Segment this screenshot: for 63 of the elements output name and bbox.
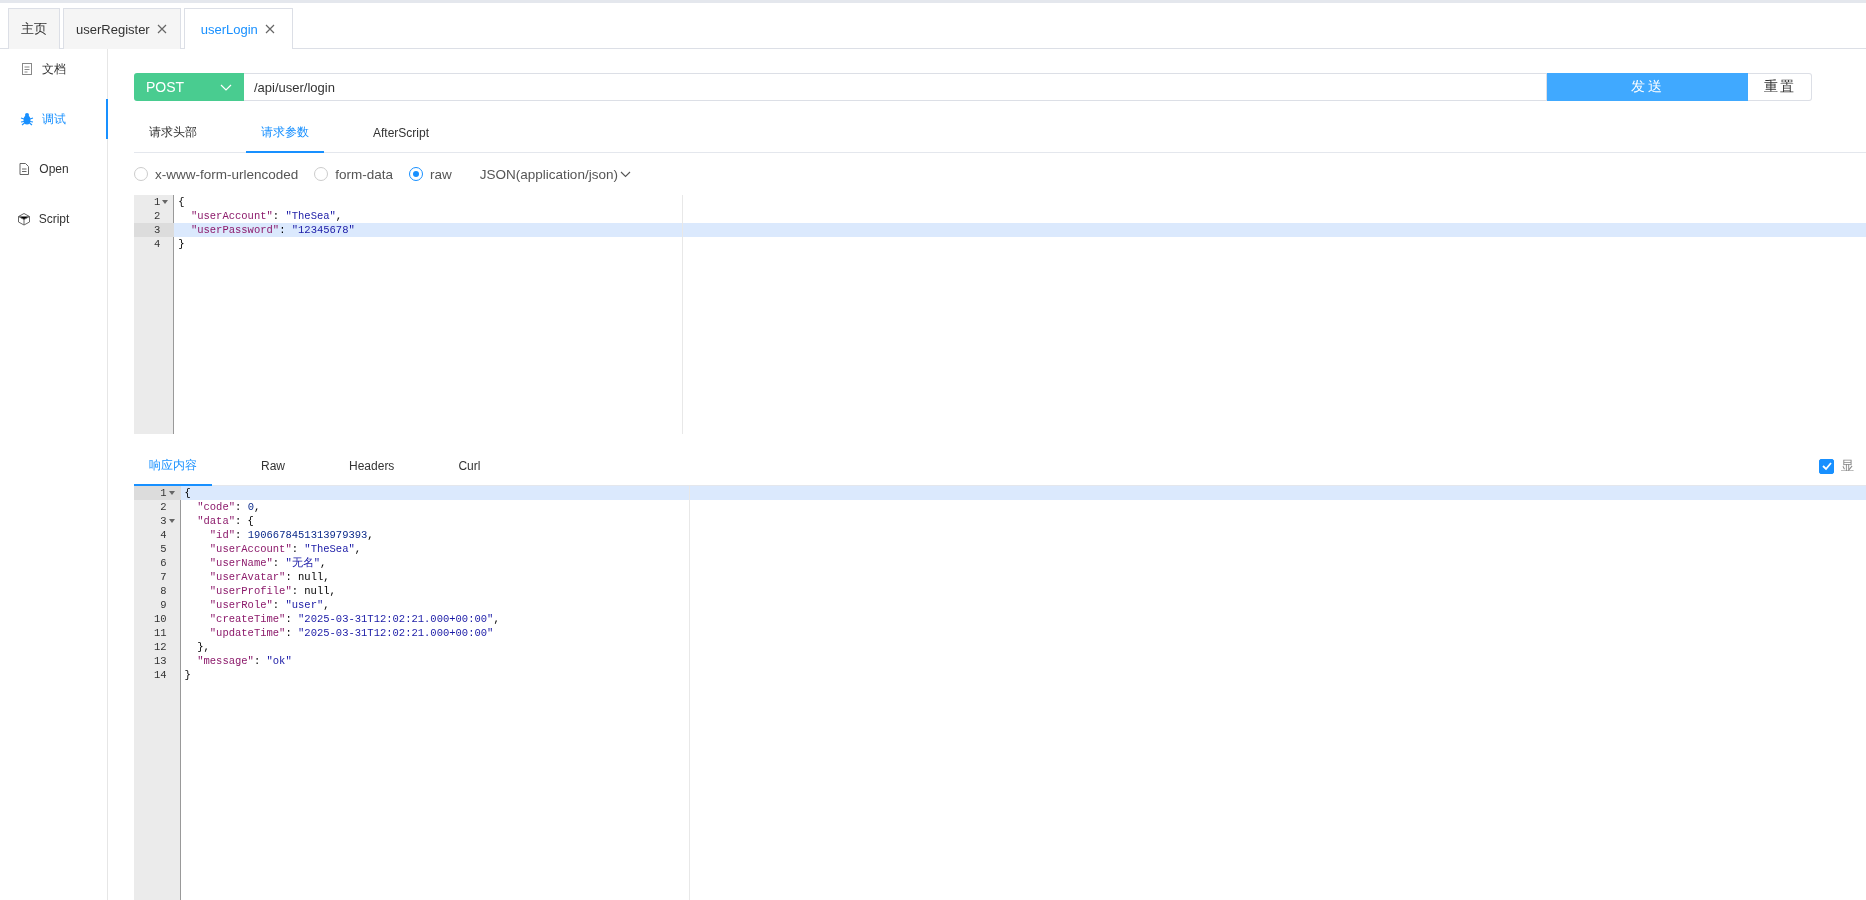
code-line: }, xyxy=(196,640,211,654)
code-line: "userProfile": null, xyxy=(208,584,337,598)
close-icon[interactable] xyxy=(263,23,276,35)
page-tab[interactable]: 主页 xyxy=(8,8,60,49)
code-line: } xyxy=(183,668,192,682)
cube-icon xyxy=(16,212,31,226)
code-line: "userAccount": "TheSea", xyxy=(189,209,344,223)
code-line: "updateTime": "2025-03-31T12:02:21.000+00:00" xyxy=(208,626,495,640)
line-number: 2 xyxy=(160,500,167,514)
fold-icon[interactable] xyxy=(168,490,175,496)
line-number: 8 xyxy=(160,584,167,598)
panel-tab[interactable]: AfterScript xyxy=(358,114,444,153)
line-number: 9 xyxy=(160,598,167,612)
line-number: 13 xyxy=(154,654,167,668)
line-number: 1 xyxy=(160,486,167,500)
line-number: 6 xyxy=(160,556,167,570)
code-line: "userName": "无名", xyxy=(208,556,328,570)
sidebar-item[interactable]: Script xyxy=(0,199,108,239)
line-number: 2 xyxy=(154,209,161,223)
radio-option[interactable]: raw xyxy=(409,166,452,182)
line-number: 12 xyxy=(154,640,167,654)
checkbox[interactable] xyxy=(1819,458,1834,474)
panel-tab[interactable]: 请求头部 xyxy=(134,114,212,153)
url-field[interactable]: /api/user/login xyxy=(244,73,1547,101)
radio-option[interactable]: form-data xyxy=(314,166,394,182)
sidebar-item[interactable]: Open xyxy=(0,149,108,189)
code-line: "userRole": "user", xyxy=(208,598,331,612)
document-icon xyxy=(20,62,34,76)
line-number: 11 xyxy=(154,626,167,640)
line-number: 1 xyxy=(154,195,161,209)
line-number: 10 xyxy=(154,612,167,626)
code-line: "code": 0, xyxy=(196,500,262,514)
content-type-select[interactable]: JSON(application/json) xyxy=(479,166,631,182)
chevron-down-icon xyxy=(619,169,631,179)
code-line: { xyxy=(177,195,186,209)
line-number: 4 xyxy=(154,237,161,251)
checkbox-label: 显 xyxy=(1841,457,1854,475)
close-icon[interactable] xyxy=(155,23,168,35)
fold-icon[interactable] xyxy=(168,518,175,524)
sidebar-item[interactable]: 文档 xyxy=(0,49,108,89)
code-line: "data": { xyxy=(196,514,255,528)
radio-option[interactable]: x-www-form-urlencoded xyxy=(134,166,299,182)
line-number: 3 xyxy=(154,223,161,237)
line-number: 14 xyxy=(154,668,167,682)
line-number: 3 xyxy=(160,514,167,528)
code-line: "createTime": "2025-03-31T12:02:21.000+00:00", xyxy=(208,612,501,626)
line-number: 7 xyxy=(160,570,167,584)
panel-tab[interactable]: Headers xyxy=(334,447,410,486)
check-icon xyxy=(1820,460,1833,472)
code-line: "userAccount": "TheSea", xyxy=(208,542,363,556)
fold-icon[interactable] xyxy=(162,199,169,205)
panel-tab[interactable]: Curl xyxy=(443,447,496,486)
page-tab[interactable]: userRegister xyxy=(63,8,181,49)
file-icon xyxy=(17,162,32,176)
panel-tab[interactable]: Raw xyxy=(246,447,300,486)
code-line: "userAvatar": null, xyxy=(208,570,331,584)
line-number: 5 xyxy=(160,542,167,556)
code-line: "id": 1906678451313979393, xyxy=(208,528,375,542)
code-line: } xyxy=(177,237,186,251)
code-line: "message": "ok" xyxy=(196,654,293,668)
bug-icon xyxy=(20,112,34,126)
reset-button[interactable]: 重置 xyxy=(1748,73,1812,101)
line-number: 4 xyxy=(160,528,167,542)
